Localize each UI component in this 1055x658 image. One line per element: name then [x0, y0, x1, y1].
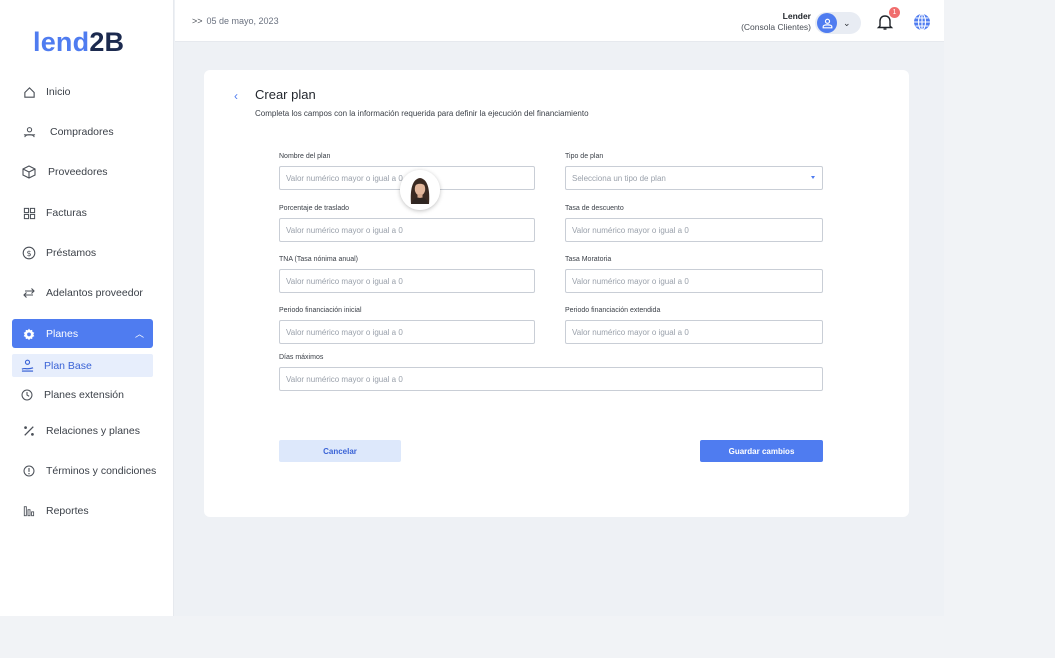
user-menu-button[interactable]: ⌄: [815, 12, 861, 34]
notification-badge: 1: [889, 7, 900, 18]
field-label-periodo-financiacion-extendida: Periodo financiación extendida: [565, 307, 661, 314]
brand-logo-part1: lend: [33, 27, 90, 57]
field-placeholder: Valor numérico mayor o igual a 0: [286, 276, 403, 286]
app-window: lend2B Inicio Compradores Proveedores Fa: [0, 0, 944, 616]
field-placeholder: Valor numérico mayor o igual a 0: [572, 327, 689, 337]
chart-icon: [22, 504, 36, 518]
brand-logo[interactable]: lend2B: [33, 27, 124, 58]
field-placeholder: Valor numérico mayor o igual a 0: [286, 225, 403, 235]
tasa-moratoria-input[interactable]: Valor numérico mayor o igual a 0: [565, 269, 823, 293]
field-placeholder: Valor numérico mayor o igual a 0: [572, 225, 689, 235]
percent-icon: [22, 424, 36, 438]
field-label-dias-maximos: Días máximos: [279, 354, 324, 361]
home-icon: [22, 85, 36, 99]
svg-text:$: $: [26, 249, 31, 258]
grid-icon: [22, 206, 36, 220]
field-label-porcentaje-de-traslado: Porcentaje de traslado: [279, 205, 350, 212]
user-hand-icon: [20, 359, 34, 373]
sidebar-item-adelantos-proveedor[interactable]: Adelantos proveedor: [12, 279, 153, 307]
user-role: (Consola Clientes): [741, 22, 811, 32]
user-info: Lender (Consola Clientes): [741, 11, 811, 33]
save-button[interactable]: Guardar cambios: [700, 440, 823, 462]
field-label-periodo-financiacion-inicial: Periodo financiación inicial: [279, 307, 362, 314]
sidebar-subitem-planes-extension[interactable]: Planes extensión: [12, 383, 153, 406]
field-label-tipo-de-plan: Tipo de plan: [565, 153, 604, 160]
breadcrumb: >> 05 de mayo, 2023: [192, 16, 279, 26]
sidebar-item-proveedores[interactable]: Proveedores: [12, 158, 153, 186]
box-icon: [22, 165, 36, 179]
sidebar-item-planes[interactable]: Planes ︿: [12, 319, 153, 348]
field-placeholder: Selecciona un tipo de plan: [572, 173, 666, 183]
sidebar-item-label: Planes: [46, 327, 79, 340]
sidebar: lend2B Inicio Compradores Proveedores Fa: [0, 0, 174, 616]
sidebar-item-compradores[interactable]: Compradores: [12, 118, 153, 146]
topbar: >> 05 de mayo, 2023 Lender (Consola Clie…: [175, 0, 944, 42]
chevron-up-icon: ︿: [134, 329, 144, 339]
periodo-financiacion-extendida-input[interactable]: Valor numérico mayor o igual a 0: [565, 320, 823, 344]
avatar: [817, 13, 837, 33]
sidebar-item-inicio[interactable]: Inicio: [12, 78, 153, 106]
sidebar-item-label: Facturas: [46, 207, 87, 219]
sidebar-item-label: Reportes: [46, 505, 89, 517]
sidebar-item-label: Compradores: [50, 126, 114, 138]
gear-icon: [22, 327, 36, 341]
floating-avatar-photo[interactable]: [400, 170, 440, 210]
brand-logo-part2: 2B: [89, 27, 125, 57]
field-placeholder: Valor numérico mayor o igual a 0: [286, 374, 403, 384]
swap-icon: [22, 286, 36, 300]
cancel-button[interactable]: Cancelar: [279, 440, 401, 462]
sidebar-subitem-plan-base[interactable]: Plan Base: [12, 354, 153, 377]
field-label-tna: TNA (Tasa nónima anual): [279, 256, 358, 263]
sidebar-item-reportes[interactable]: Reportes: [12, 497, 153, 525]
double-chevron-right-icon[interactable]: >>: [192, 16, 203, 26]
dollar-icon: $: [22, 246, 36, 260]
field-placeholder: Valor numérico mayor o igual a 0: [286, 173, 403, 183]
caret-down-icon: [811, 176, 815, 179]
sidebar-item-label: Relaciones y planes: [46, 425, 140, 437]
globe-icon[interactable]: [913, 13, 931, 31]
page-title: Crear plan: [255, 87, 316, 102]
sidebar-item-label: Proveedores: [48, 166, 108, 178]
porcentaje-de-traslado-input[interactable]: Valor numérico mayor o igual a 0: [279, 218, 535, 242]
sidebar-item-label: Préstamos: [46, 247, 97, 259]
field-label-tasa-moratoria: Tasa Moratoria: [565, 256, 612, 263]
periodo-financiacion-inicial-input[interactable]: Valor numérico mayor o igual a 0: [279, 320, 535, 344]
current-date: 05 de mayo, 2023: [206, 16, 279, 26]
sidebar-item-prestamos[interactable]: $ Préstamos: [12, 239, 153, 267]
users-icon: [22, 125, 36, 139]
sidebar-item-facturas[interactable]: Facturas: [12, 199, 153, 227]
chevron-down-icon: ⌄: [843, 17, 851, 28]
dias-maximos-input[interactable]: Valor numérico mayor o igual a 0: [279, 367, 823, 391]
info-icon: [22, 464, 36, 478]
field-label-tasa-de-descuento: Tasa de descuento: [565, 205, 624, 212]
sidebar-item-relaciones-y-planes[interactable]: Relaciones y planes: [12, 417, 153, 445]
field-placeholder: Valor numérico mayor o igual a 0: [286, 327, 403, 337]
tipo-de-plan-select[interactable]: Selecciona un tipo de plan: [565, 166, 823, 190]
sidebar-item-label: Términos y condiciones: [46, 465, 157, 477]
page-subtitle: Completa los campos con la información r…: [255, 109, 589, 118]
sidebar-item-label: Adelantos proveedor: [46, 287, 143, 299]
clock-icon: [20, 388, 34, 402]
tna-input[interactable]: Valor numérico mayor o igual a 0: [279, 269, 535, 293]
tasa-de-descuento-input[interactable]: Valor numérico mayor o igual a 0: [565, 218, 823, 242]
sidebar-item-label: Inicio: [46, 86, 71, 98]
field-placeholder: Valor numérico mayor o igual a 0: [572, 276, 689, 286]
back-chevron-icon[interactable]: ‹: [234, 89, 238, 103]
field-label-nombre-del-plan: Nombre del plan: [279, 153, 331, 160]
sidebar-item-terminos-y-condiciones[interactable]: Términos y condiciones: [12, 457, 172, 485]
create-plan-card: ‹ Crear plan Completa los campos con la …: [204, 70, 909, 517]
sidebar-item-label: Plan Base: [44, 359, 92, 372]
user-name: Lender: [782, 11, 811, 21]
sidebar-item-label: Planes extensión: [44, 388, 124, 401]
